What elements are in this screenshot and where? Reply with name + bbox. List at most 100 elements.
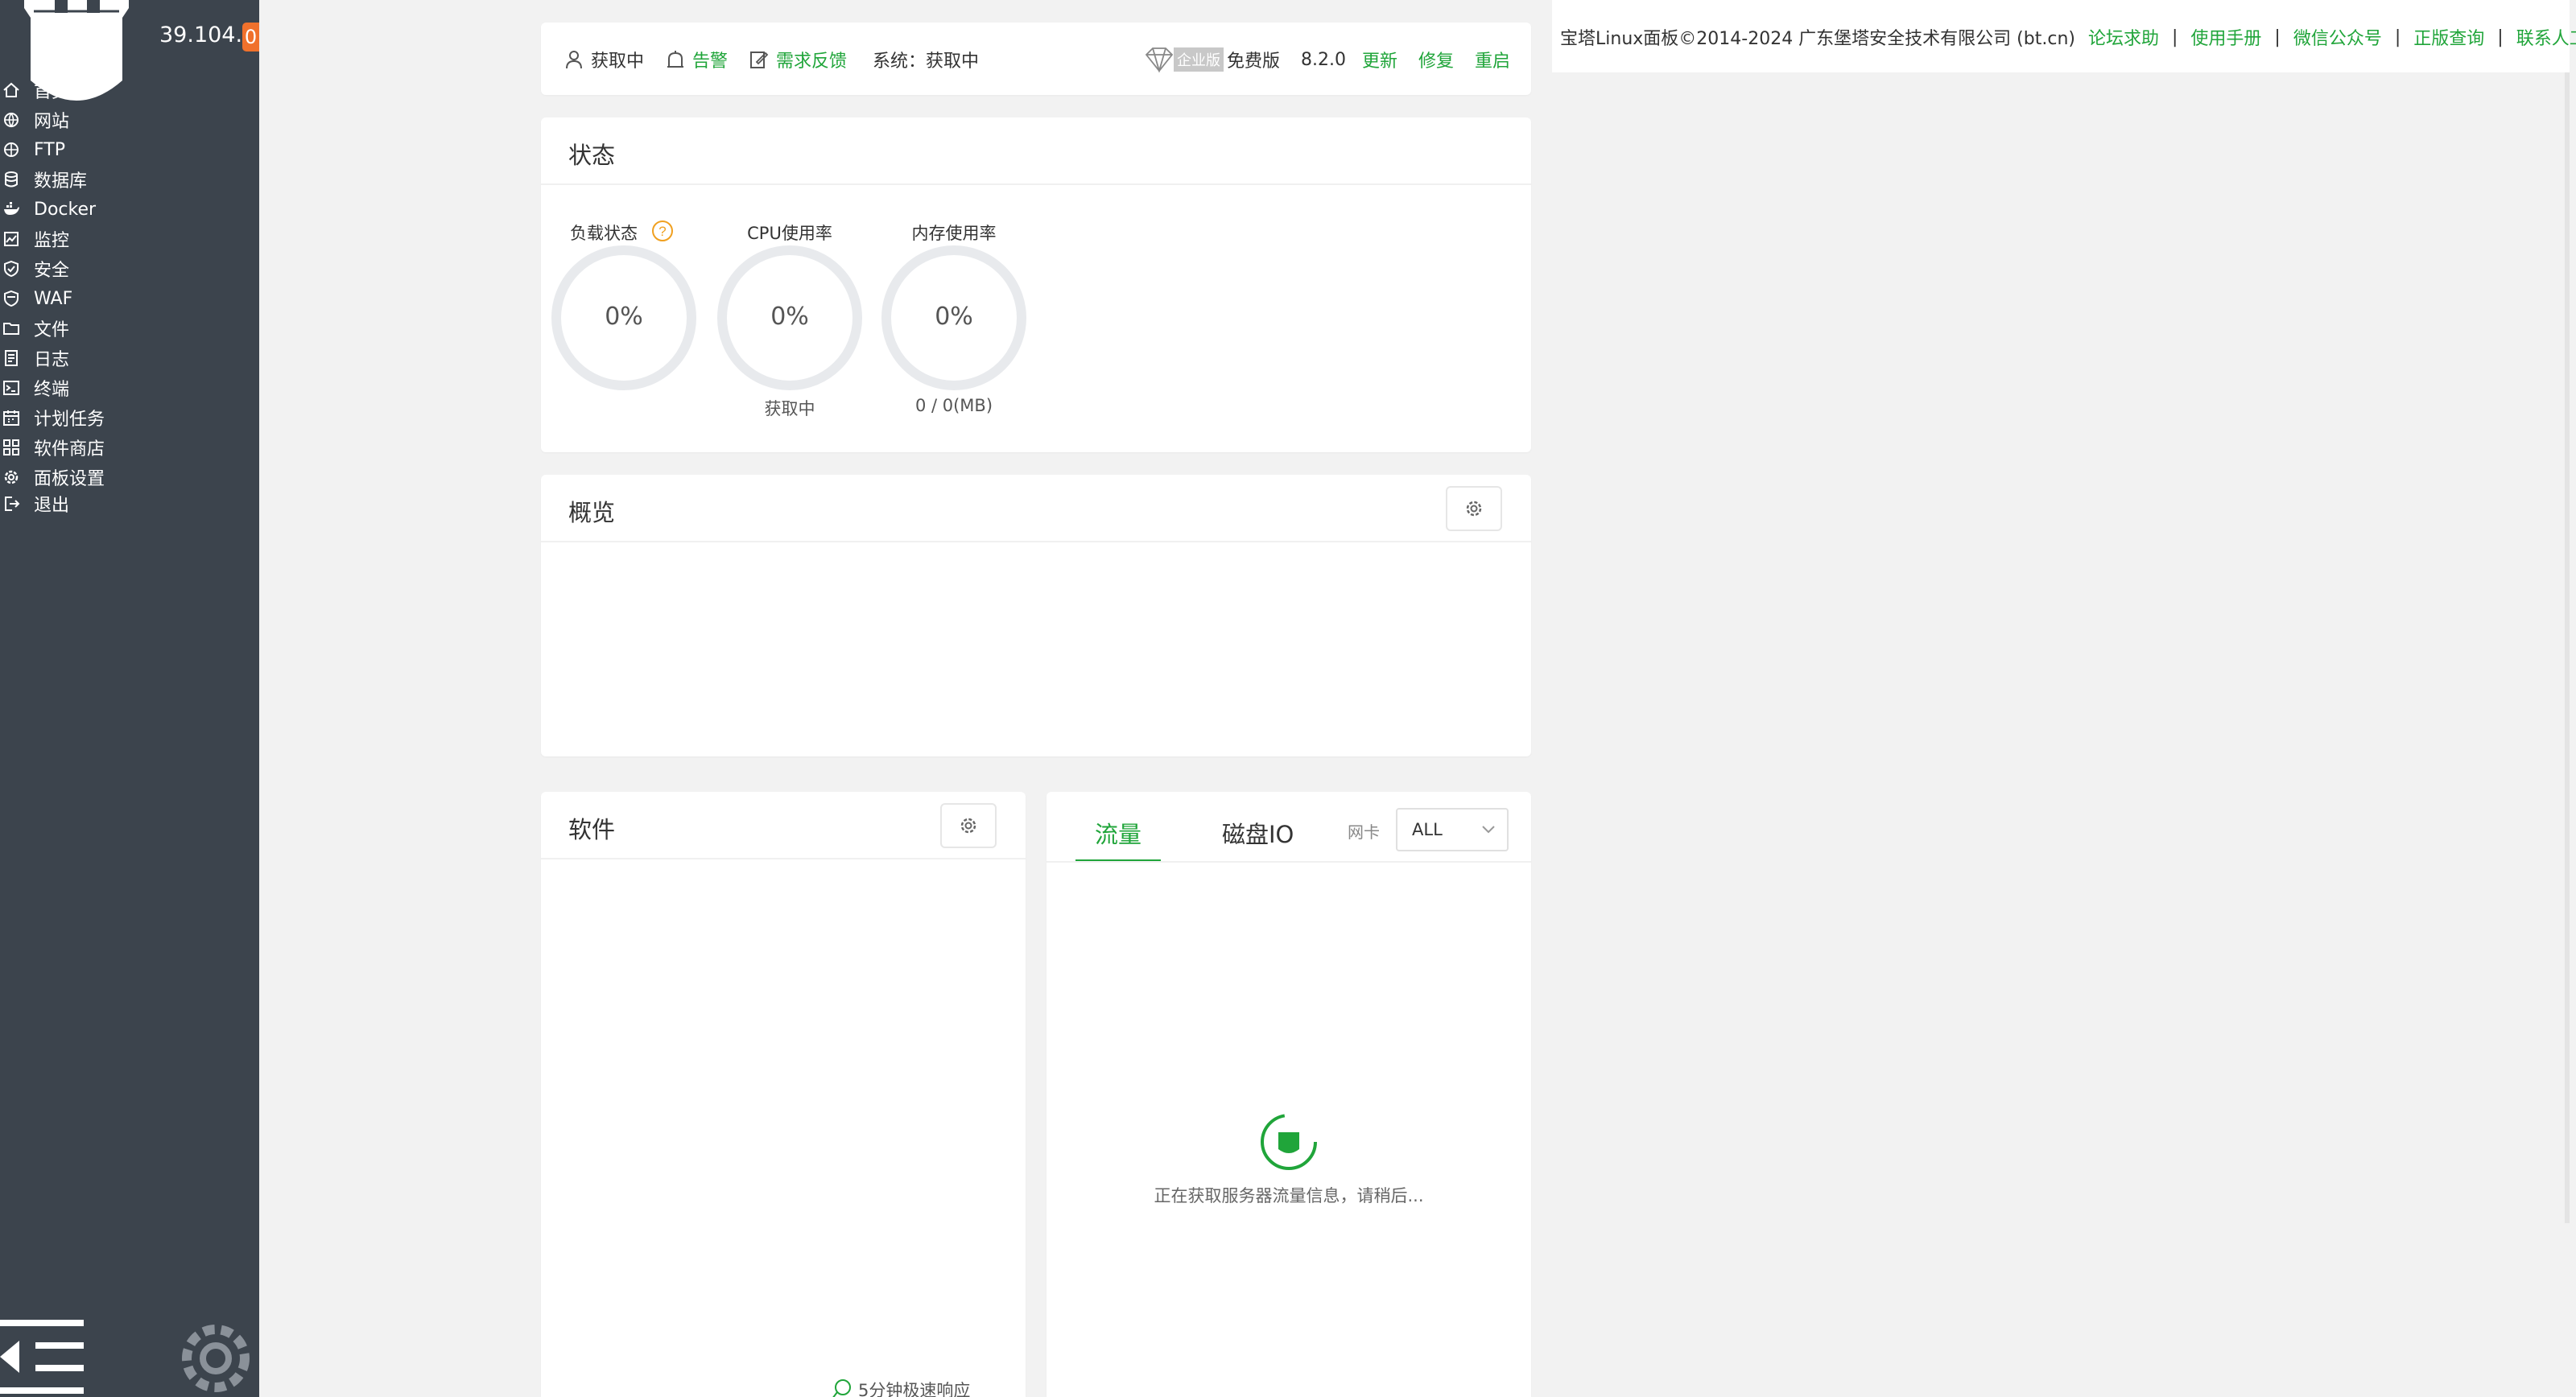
monitor-icon — [2, 229, 21, 249]
alert-link[interactable]: 告警 — [665, 47, 728, 72]
notification-badge[interactable]: 0 — [242, 23, 259, 52]
sidebar-item-app-store[interactable]: 软件商店 — [0, 433, 259, 462]
quick-response-link[interactable]: 5分钟极速响应 — [829, 1378, 970, 1397]
divider — [541, 858, 1026, 859]
support-icon — [832, 1379, 851, 1397]
server-ip[interactable]: 39.104... — [159, 23, 242, 47]
divider — [541, 183, 1531, 185]
sidebar-item-settings[interactable]: 面板设置 — [0, 463, 259, 492]
sidebar-item-label: 文件 — [34, 320, 70, 340]
sidebar-item-label: FTP — [34, 139, 65, 160]
software-title: 软件 — [568, 816, 616, 843]
sidebar-item-label: 网站 — [34, 112, 70, 132]
scrollbar[interactable] — [2565, 72, 2570, 1223]
copyright-text: 宝塔Linux面板©2014-2024 广东堡塔安全技术有限公司 (bt.cn) — [1560, 29, 2075, 49]
nic-select[interactable]: ALL — [1396, 808, 1509, 851]
sidebar-item-security[interactable]: 安全 — [0, 254, 259, 283]
memory-sub: 0 / 0(MB) — [914, 396, 993, 415]
separator: | — [2171, 27, 2178, 47]
tab-traffic[interactable]: 流量 — [1095, 816, 1141, 850]
sidebar-item-cron[interactable]: 计划任务 — [0, 403, 259, 432]
sidebar-item-monitor[interactable]: 监控 — [0, 225, 259, 253]
waf-icon — [2, 289, 21, 308]
sidebar-item-label: 软件商店 — [34, 439, 105, 459]
free-edition-label: 免费版 — [1227, 52, 1281, 72]
separator: | — [2274, 27, 2281, 47]
diamond-icon — [1145, 47, 1174, 72]
sidebar-item-label: 面板设置 — [34, 469, 105, 489]
sidebar-item-label: 监控 — [34, 231, 70, 251]
nic-label: 网卡 — [1348, 822, 1380, 842]
divider — [541, 541, 1531, 542]
calendar-icon — [2, 408, 21, 427]
help-icon[interactable]: ? — [650, 219, 675, 243]
overview-settings-button[interactable] — [1446, 486, 1502, 531]
sidebar-item-home[interactable]: 首页 — [0, 76, 259, 105]
sidebar-item-website[interactable]: 网站 — [0, 105, 259, 134]
user-icon — [566, 51, 582, 69]
sidebar-item-database[interactable]: 数据库 — [0, 165, 259, 194]
memory-value: 0% — [935, 303, 973, 331]
loading-logo-icon — [1261, 1114, 1317, 1170]
cpu-value: 0% — [770, 303, 809, 331]
separator: | — [2497, 27, 2504, 47]
version-number: 8.2.0 — [1301, 49, 1346, 70]
sidebar-item-files[interactable]: 文件 — [0, 314, 259, 343]
forum-link[interactable]: 论坛求助 — [2088, 24, 2159, 50]
sidebar-item-ftp[interactable]: FTP — [0, 135, 259, 164]
customer-service-link[interactable]: 联系人工客服 — [2516, 24, 2576, 50]
divider — [1046, 861, 1531, 863]
user-status[interactable]: 获取中 — [564, 47, 644, 72]
sidebar-item-label: 退出 — [34, 496, 70, 516]
sidebar-item-label: Docker — [34, 199, 97, 220]
load-value: 0% — [605, 303, 643, 331]
footer-bar: 宝塔Linux面板©2014-2024 广东堡塔安全技术有限公司 (bt.cn)… — [1552, 0, 2576, 72]
database-icon — [2, 170, 21, 189]
top-bar: 获取中 告警 需求反馈 系统：获取中 企业版 免费版 8.2.0 更新 修复 重… — [541, 23, 1531, 95]
feedback-label: 需求反馈 — [776, 52, 848, 72]
alert-label: 告警 — [692, 52, 729, 72]
sidebar-item-docker[interactable]: Docker — [0, 195, 259, 224]
terminal-icon — [2, 378, 21, 398]
repair-link[interactable]: 修复 — [1418, 47, 1454, 72]
wechat-link[interactable]: 微信公众号 — [2293, 24, 2382, 50]
logout-icon — [2, 494, 21, 513]
sidebar-item-label: 首页 — [34, 82, 70, 102]
software-settings-button[interactable] — [940, 803, 997, 848]
license-check-link[interactable]: 正版查询 — [2413, 24, 2484, 50]
home-icon — [2, 80, 21, 100]
tab-disk-io[interactable]: 磁盘IO — [1222, 816, 1294, 850]
cpu-sub: 获取中 — [764, 399, 815, 418]
apps-icon — [2, 438, 21, 457]
sidebar-item-label: WAF — [34, 288, 73, 309]
alarm-icon — [667, 51, 683, 68]
enterprise-badge[interactable]: 企业版 — [1174, 47, 1224, 72]
restart-link[interactable]: 重启 — [1475, 47, 1510, 72]
gear-icon — [2, 468, 21, 487]
system-info: 系统：获取中 — [873, 47, 979, 72]
feedback-link[interactable]: 需求反馈 — [749, 47, 847, 72]
overview-title: 概览 — [568, 499, 616, 526]
update-link[interactable]: 更新 — [1362, 47, 1397, 72]
svg-text:?: ? — [658, 224, 666, 239]
sidebar-item-label: 日志 — [34, 350, 70, 370]
sidebar-item-logout[interactable]: 退出 — [0, 489, 259, 518]
edition-info[interactable]: 企业版 免费版 — [1145, 47, 1280, 72]
gear-icon — [1466, 501, 1482, 517]
manual-link[interactable]: 使用手册 — [2190, 24, 2261, 50]
sidebar-item-waf[interactable]: WAF — [0, 284, 259, 313]
settings-gear-icon[interactable] — [171, 1313, 259, 1397]
software-card: 软件 5分钟极速响应 — [541, 792, 1026, 1397]
sidebar-item-terminal[interactable]: 终端 — [0, 373, 259, 402]
folder-icon — [2, 319, 21, 338]
sidebar: 39.104... 0 首页 网站 FTP 数据库 Docker 监控 安全 — [0, 0, 259, 1397]
loading-message: 正在获取服务器流量信息，请稍后... — [1154, 1186, 1424, 1205]
globe-icon — [2, 110, 21, 130]
collapse-menu-icon[interactable] — [0, 1317, 87, 1397]
status-card: 状态 负载状态 ? 0% CPU使用率 0% 获取中 内存使用率 0% 0 / … — [541, 117, 1531, 452]
memory-usage-label: 内存使用率 — [911, 224, 997, 243]
shield-icon — [2, 259, 21, 278]
chevron-down-icon — [1482, 826, 1495, 834]
traffic-card: 流量 磁盘IO 网卡 ALL 正在获取服务器流量信息，请稍后... — [1046, 792, 1531, 1397]
sidebar-item-logs[interactable]: 日志 — [0, 344, 259, 373]
